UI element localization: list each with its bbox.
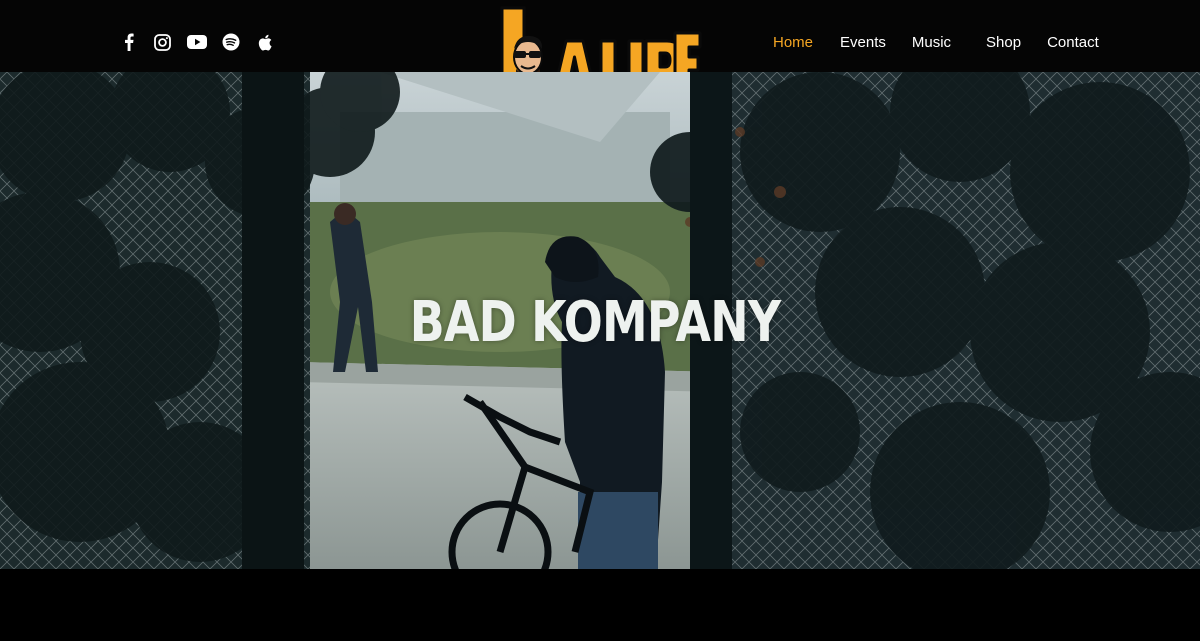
hero-video[interactable]: BAD KOMPANY [0,72,1200,569]
hero-title: BAD KOMPANY [409,290,781,355]
spotify-icon [222,33,240,51]
site-header: Home Events Music Shop Contact [0,0,1200,113]
instagram-link[interactable] [152,30,173,54]
facebook-link[interactable] [118,30,139,54]
youtube-link[interactable] [186,30,207,54]
facebook-icon [124,33,134,51]
video-letterbox-bottom [0,569,1200,641]
spotify-link[interactable] [220,30,241,54]
instagram-icon [154,33,171,51]
apple-icon [258,34,272,51]
youtube-icon [186,35,207,49]
apple-music-link[interactable] [254,30,275,54]
page: Home Events Music Shop Contact BAD KOMPA… [0,0,1200,641]
social-links [118,30,275,54]
